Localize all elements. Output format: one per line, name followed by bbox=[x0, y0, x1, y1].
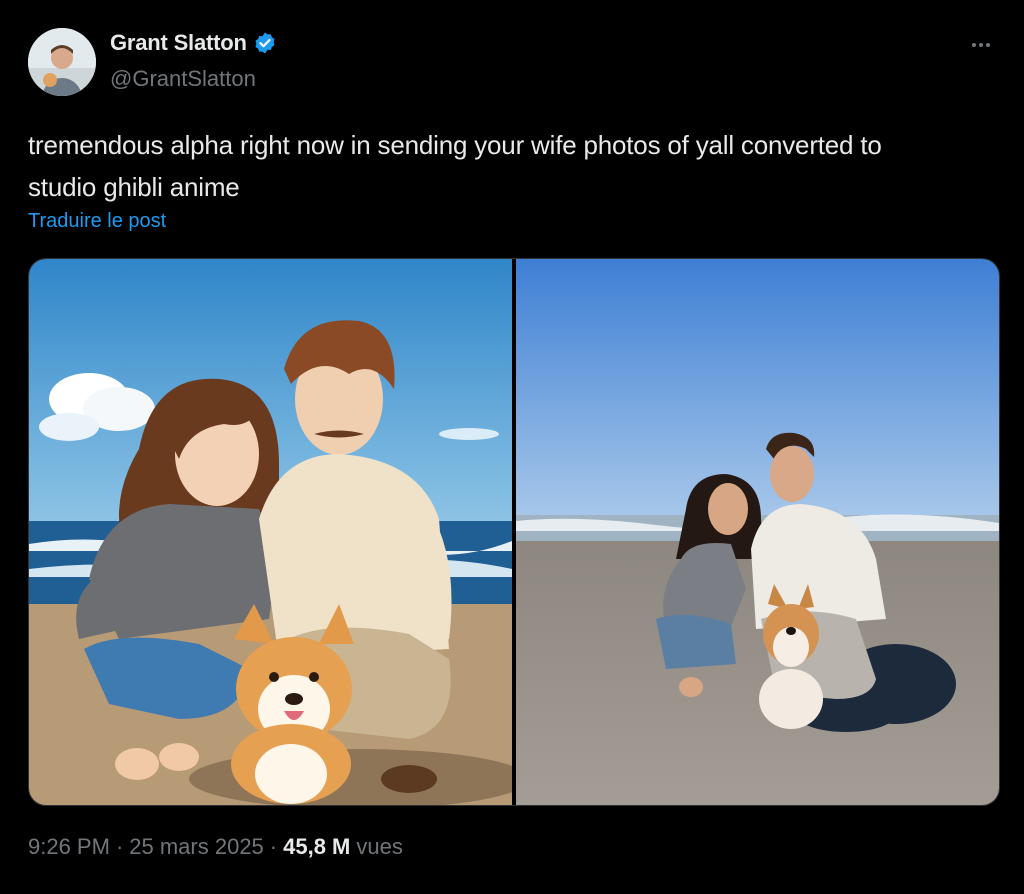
views-count: 45,8 M bbox=[283, 834, 351, 859]
verified-badge-icon bbox=[255, 32, 275, 54]
media-grid bbox=[28, 258, 1000, 806]
meta-separator: · bbox=[269, 834, 278, 859]
more-icon bbox=[972, 43, 976, 47]
anime-couple-with-corgi-on-beach-icon bbox=[29, 259, 512, 805]
author-name-row[interactable]: Grant Slatton bbox=[110, 30, 277, 56]
media-image-photo[interactable] bbox=[516, 259, 999, 805]
profile-photo-icon bbox=[28, 28, 96, 96]
author-display-name[interactable]: Grant Slatton bbox=[110, 30, 247, 56]
media-image-anime[interactable] bbox=[29, 259, 512, 805]
more-icon-dot bbox=[986, 43, 990, 47]
couple-with-corgi-on-beach-photo-icon bbox=[516, 259, 999, 805]
tweet-text: tremendous alpha right now in sending yo… bbox=[28, 130, 882, 202]
more-icon-dot bbox=[979, 43, 983, 47]
author-handle[interactable]: @GrantSlatton bbox=[110, 66, 256, 92]
avatar[interactable] bbox=[28, 28, 96, 96]
more-options-button[interactable] bbox=[966, 30, 996, 60]
tweet-date[interactable]: 25 mars 2025 bbox=[129, 834, 264, 860]
tweet-time[interactable]: 9:26 PM bbox=[28, 834, 110, 860]
translate-post-link[interactable]: Traduire le post bbox=[28, 210, 166, 233]
views-label: vues bbox=[356, 834, 403, 859]
meta-separator: · bbox=[115, 834, 124, 859]
tweet-meta: 9:26 PM · 25 mars 2025 · 45,8 M vues bbox=[28, 834, 403, 860]
